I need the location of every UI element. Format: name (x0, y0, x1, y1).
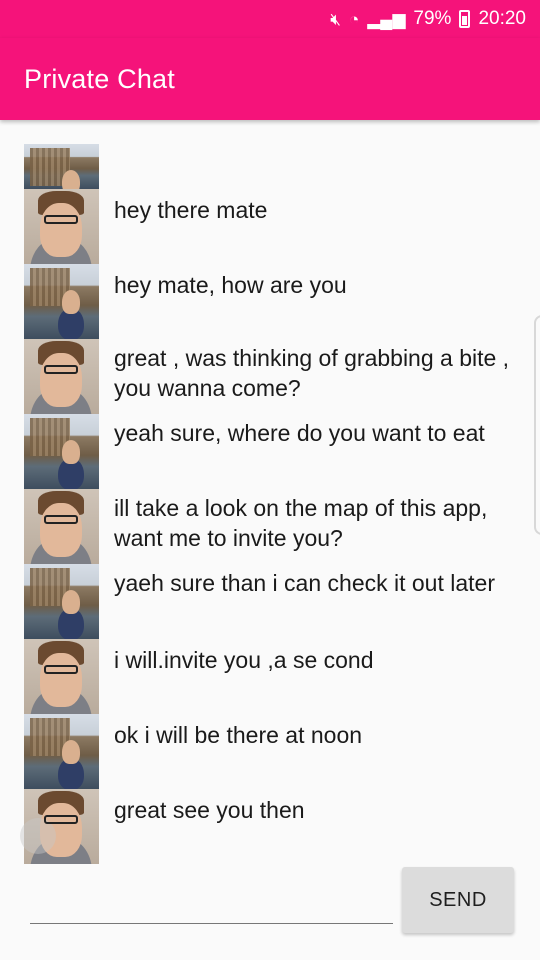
message-row: hey mate, how are you (24, 264, 514, 339)
message-text: ok i will be there at noon (114, 722, 363, 748)
message-text: i will.invite you ,a se cond (114, 647, 374, 673)
page-title: Private Chat (24, 63, 175, 94)
message-row (24, 144, 514, 189)
glasses-graphic (44, 515, 78, 524)
message-input[interactable] (30, 888, 393, 924)
signal-icon: ▂▄▆ (367, 9, 406, 29)
message-text: hey mate, how are you (114, 272, 347, 298)
message-row: ok i will be there at noon (24, 714, 514, 789)
message-text: great see you then (114, 797, 305, 823)
avatar[interactable] (24, 189, 99, 264)
mute-icon: 🔇︎ (330, 9, 341, 29)
send-button[interactable]: SEND (402, 867, 514, 933)
message-text: yeah sure, where do you want to eat (114, 420, 485, 446)
glasses-graphic (44, 665, 78, 674)
message-text: hey there mate (114, 197, 268, 223)
wifi-icon: ◔ (348, 9, 360, 29)
message-row: yeah sure, where do you want to eat (24, 414, 514, 489)
message-row: ill take a look on the map of this app, … (24, 489, 514, 564)
avatar[interactable] (24, 264, 99, 339)
avatar[interactable] (24, 414, 99, 489)
avatar[interactable] (24, 714, 99, 789)
message-row: great , was thinking of grabbing a bite … (24, 339, 514, 414)
message-row: hey there mate (24, 189, 514, 264)
message-row: i will.invite you ,a se cond (24, 639, 514, 714)
message-text (99, 144, 514, 189)
avatar[interactable] (24, 339, 99, 414)
status-bar: 🔇︎ ◔ ▂▄▆ 79% 20:20 (0, 0, 540, 38)
glasses-graphic (44, 815, 78, 824)
avatar[interactable] (24, 639, 99, 714)
glasses-graphic (44, 365, 78, 374)
message-text: great , was thinking of grabbing a bite … (114, 345, 510, 401)
edge-panel-handle[interactable] (534, 315, 540, 535)
avatar[interactable] (24, 144, 99, 189)
clock: 20:20 (478, 8, 526, 29)
message-list[interactable]: hey there mate hey mate, how are you gre… (24, 144, 514, 864)
message-text: yaeh sure than i can check it out later (114, 570, 495, 596)
message-text: ill take a look on the map of this app, … (114, 495, 488, 551)
avatar[interactable] (24, 489, 99, 564)
message-row: great see you then (24, 789, 514, 864)
glasses-graphic (44, 215, 78, 224)
compose-bar: SEND (0, 866, 540, 960)
avatar[interactable] (24, 564, 99, 639)
message-row: yaeh sure than i can check it out later (24, 564, 514, 639)
battery-percent: 79% (413, 8, 452, 29)
battery-icon (459, 10, 471, 28)
app-bar: Private Chat (0, 38, 540, 120)
